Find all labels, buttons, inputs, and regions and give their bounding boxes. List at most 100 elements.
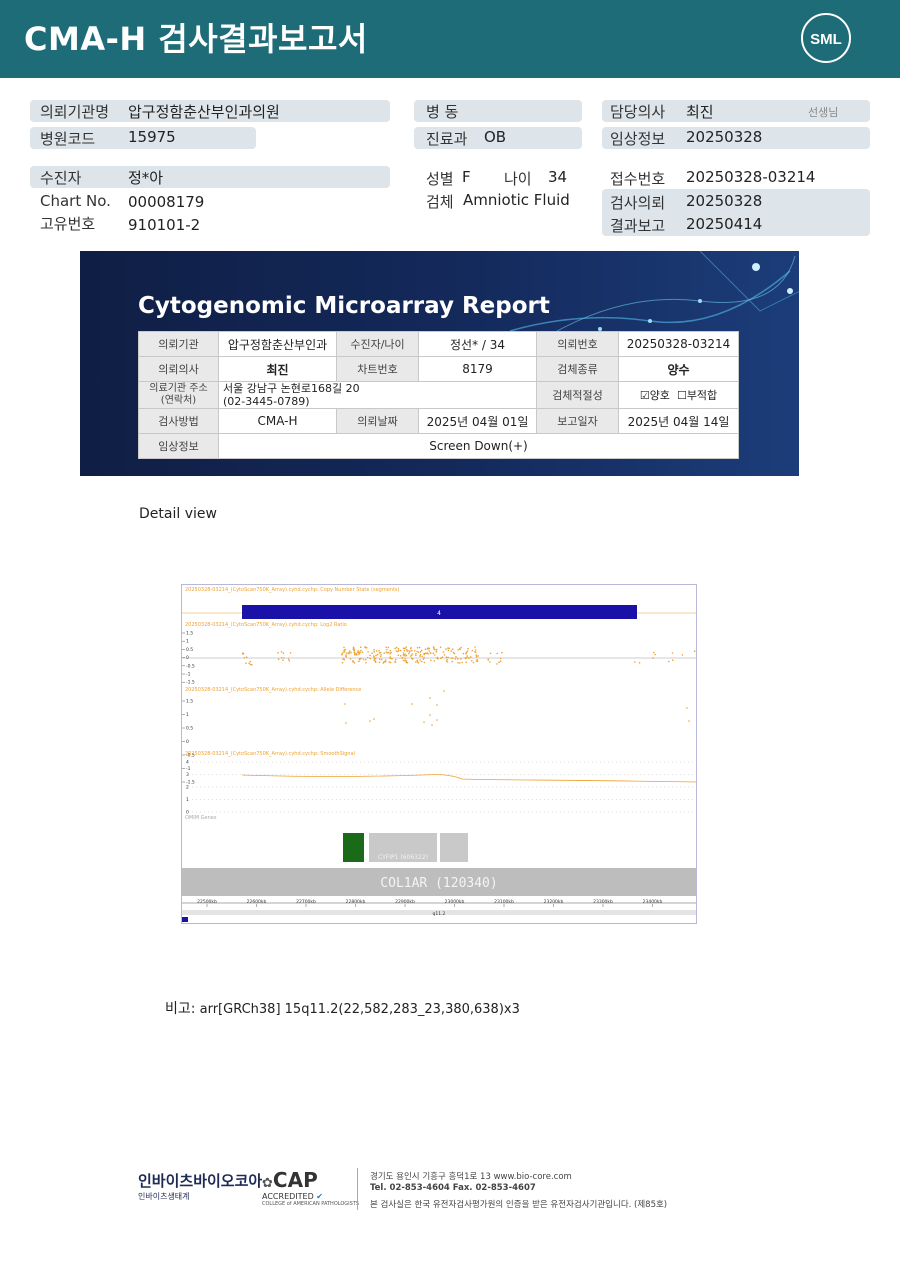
report-banner: Cytogenomic Microarray Report 의뢰기관 압구정함춘… <box>80 251 799 476</box>
data-point <box>245 656 248 658</box>
data-point <box>364 646 367 648</box>
data-point <box>430 659 432 662</box>
data-point <box>353 662 356 664</box>
patient-label: 수진자 <box>40 169 82 187</box>
data-point <box>445 648 447 650</box>
data-point <box>411 658 414 660</box>
data-point <box>277 658 280 661</box>
data-point <box>447 656 450 659</box>
tick-label: 4 <box>186 760 189 766</box>
data-point <box>423 661 426 664</box>
data-point <box>431 724 433 726</box>
data-point <box>423 653 425 656</box>
data-point <box>475 655 478 658</box>
data-point <box>426 648 429 650</box>
data-point <box>465 661 468 663</box>
data-point <box>353 651 356 654</box>
tick-label: 0 <box>186 739 189 745</box>
gene-block <box>343 833 364 862</box>
data-point <box>386 648 388 651</box>
data-point <box>653 651 655 654</box>
report-date-label: 결과보고 <box>610 217 666 235</box>
data-point <box>465 651 468 654</box>
dept-label: 진료과 <box>426 130 468 148</box>
data-point <box>475 649 477 651</box>
svg-text:CYFIP1 (606322): CYFIP1 (606322) <box>378 854 428 861</box>
data-point <box>405 660 408 662</box>
report-date-value: 20250414 <box>686 215 763 233</box>
data-point <box>450 650 453 652</box>
data-point <box>355 653 358 656</box>
tick-label: 0.5 <box>186 647 193 653</box>
data-point <box>654 653 656 656</box>
data-point <box>421 655 423 658</box>
data-point <box>361 651 364 654</box>
cap-seal-icon: ✿ <box>262 1176 273 1191</box>
data-point <box>374 661 377 663</box>
page-title: CMA-H 검사결과보고서 <box>24 20 368 58</box>
tick-label: 1 <box>186 797 189 803</box>
data-point <box>379 655 382 658</box>
data-point <box>436 648 438 651</box>
data-point <box>440 657 442 659</box>
tick-label: -1.5 <box>186 680 195 686</box>
data-point <box>359 646 362 648</box>
data-point <box>402 659 405 662</box>
data-point <box>425 652 427 655</box>
data-point <box>389 649 392 652</box>
svg-text:OMIM Genes: OMIM Genes <box>185 815 217 821</box>
footer-phone: Tel. 02-853-4604 Fax. 02-853-4607 <box>370 1183 536 1193</box>
data-point <box>466 650 469 652</box>
hosp-code-label: 병원코드 <box>40 130 96 148</box>
data-point <box>501 651 503 654</box>
data-point <box>432 646 435 648</box>
svg-text:q11.2: q11.2 <box>433 911 446 917</box>
data-point <box>375 654 377 657</box>
data-point <box>447 649 450 652</box>
svg-text:20250328-03214_(CytoScan750K_A: 20250328-03214_(CytoScan750K_Array).cyhd… <box>185 687 361 693</box>
data-point <box>373 718 375 720</box>
data-point <box>369 654 371 657</box>
data-point <box>476 659 479 661</box>
clinical-value: 20250328 <box>686 128 763 146</box>
data-point <box>406 662 409 664</box>
data-point <box>432 652 435 655</box>
doctor-value: 최진 <box>686 103 714 121</box>
hosp-code-value: 15975 <box>128 128 176 146</box>
data-point <box>365 662 367 664</box>
data-point <box>688 720 690 722</box>
svg-text:4: 4 <box>437 610 441 617</box>
remark-value: arr[GRCh38] 15q11.2(22,582,283_23,380,63… <box>199 1002 520 1017</box>
data-point <box>384 661 387 663</box>
request-value: 20250328 <box>686 192 763 210</box>
data-point <box>384 659 387 661</box>
data-point <box>381 658 383 661</box>
data-point <box>403 649 406 652</box>
data-point <box>408 652 410 655</box>
data-point <box>489 661 491 663</box>
footer-divider <box>357 1168 358 1210</box>
data-point <box>456 658 459 660</box>
data-point <box>357 650 359 652</box>
data-point <box>395 650 398 652</box>
tick-label: 1 <box>186 639 189 645</box>
data-point <box>282 652 285 654</box>
clinical-label: 임상정보 <box>610 130 666 148</box>
data-point <box>454 658 457 660</box>
data-point <box>345 655 347 657</box>
data-point <box>452 651 455 654</box>
data-point <box>369 720 371 722</box>
data-point <box>359 657 362 660</box>
data-point <box>451 657 454 660</box>
data-point <box>401 657 403 659</box>
checkmark-icon: ✔ <box>316 1192 323 1201</box>
chart-value: 00008179 <box>128 193 205 211</box>
data-point <box>394 661 396 663</box>
gene-block <box>440 833 468 862</box>
data-point <box>341 661 344 664</box>
data-point <box>418 646 421 649</box>
data-point <box>443 654 446 656</box>
data-point <box>379 651 382 654</box>
data-point <box>373 649 375 651</box>
data-point <box>249 660 252 663</box>
